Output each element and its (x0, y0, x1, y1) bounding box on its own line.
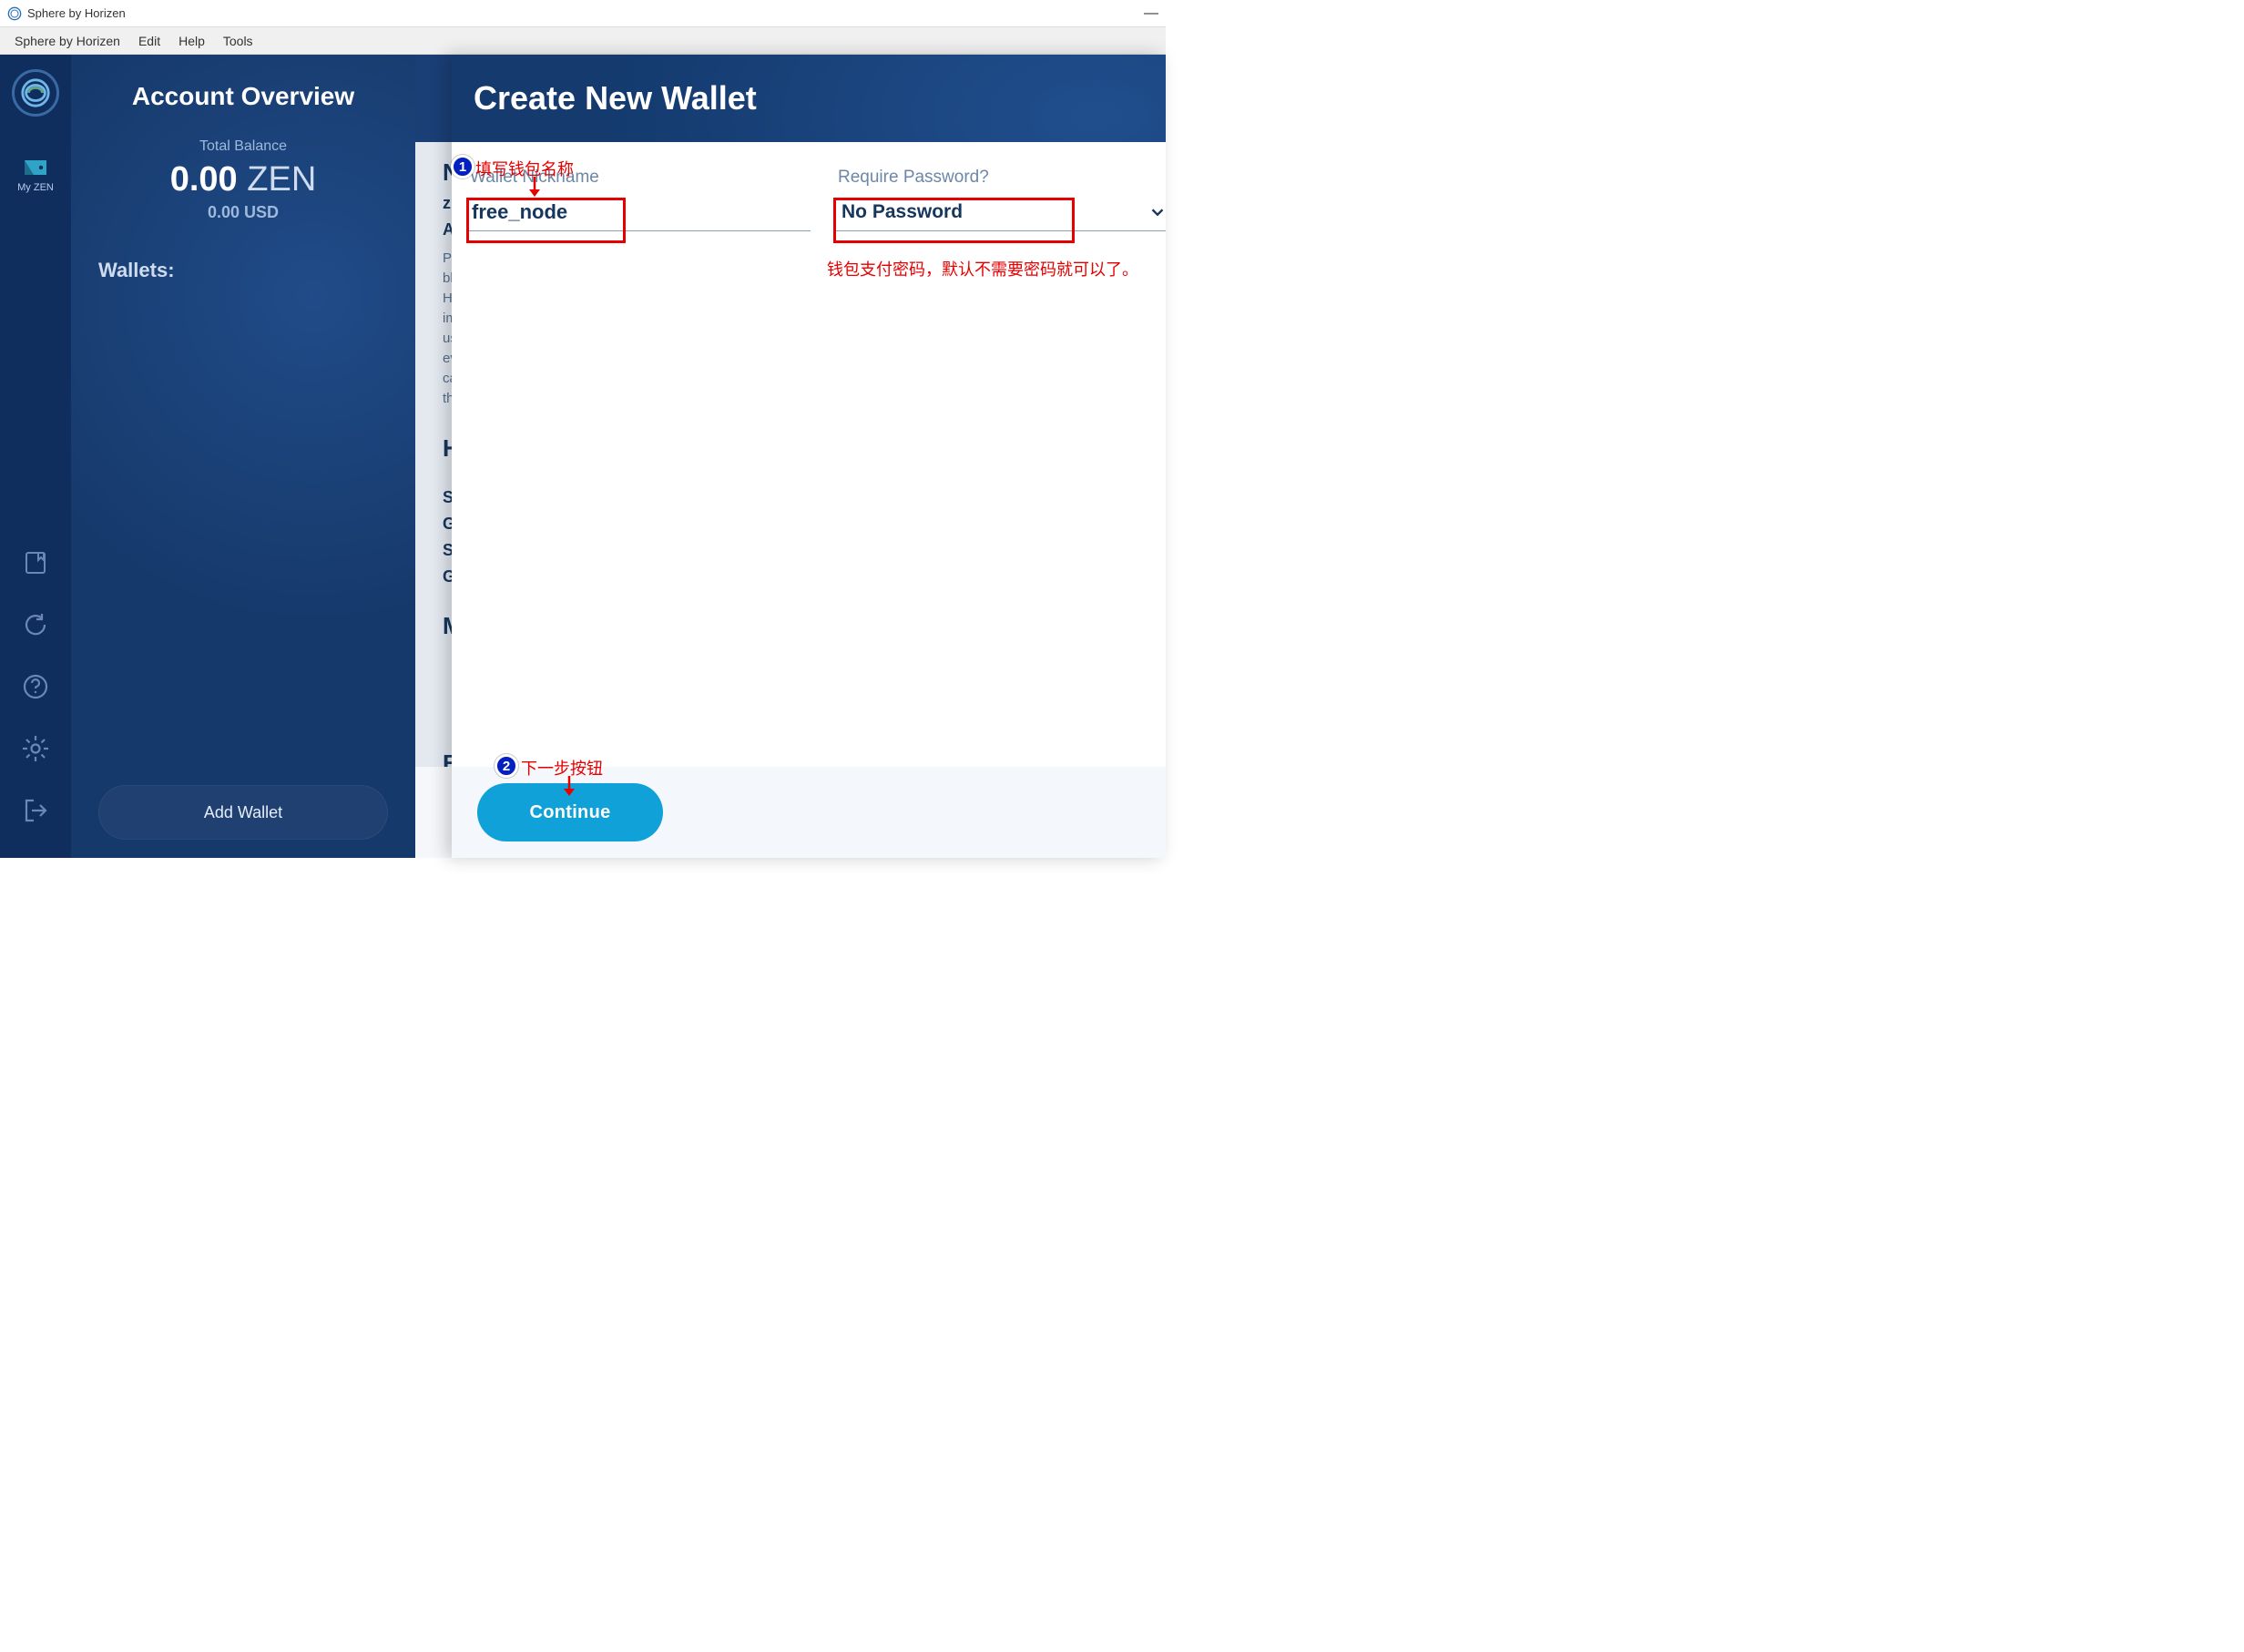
settings-icon[interactable] (21, 734, 50, 763)
balance-value: 0.00 (170, 160, 238, 199)
nickname-label: Wallet Nickname (466, 168, 820, 188)
bookmark-icon[interactable] (21, 548, 50, 577)
balance-sub-value: 0.00 (208, 203, 240, 221)
help-icon[interactable] (21, 672, 50, 701)
continue-button[interactable]: Continue (477, 783, 663, 841)
require-password-value: No Password (842, 201, 963, 223)
menu-help[interactable]: Help (169, 30, 214, 52)
menu-edit[interactable]: Edit (129, 30, 169, 52)
modal-header: Create New Wallet (452, 55, 1166, 142)
logout-icon[interactable] (21, 796, 50, 825)
require-password-select[interactable]: No Password (834, 193, 1166, 231)
horizen-logo-icon (20, 77, 51, 108)
menu-tools[interactable]: Tools (214, 30, 262, 52)
app-icon (7, 6, 22, 21)
menubar: Sphere by Horizen Edit Help Tools (0, 27, 1166, 55)
nav-rail: My ZEN (0, 55, 71, 858)
wallet-icon (21, 153, 50, 182)
window-titlebar: Sphere by Horizen — (0, 0, 1166, 27)
balance-sub-currency: USD (244, 203, 279, 221)
chevron-down-icon (1148, 202, 1168, 222)
modal-title: Create New Wallet (474, 79, 757, 117)
modal-footer: Continue (452, 767, 1166, 858)
balance-main: 0.00 ZEN (98, 160, 388, 199)
sidebar-overview: Account Overview Total Balance 0.00 ZEN … (71, 55, 415, 858)
sidebar-heading: Account Overview (98, 82, 388, 111)
add-wallet-button[interactable]: Add Wallet (98, 785, 388, 840)
wallets-label: Wallets: (98, 259, 388, 282)
nav-my-zen[interactable]: My ZEN (17, 153, 54, 193)
create-wallet-modal: Create New Wallet Wallet Nickname Requir… (452, 55, 1166, 858)
window-minimize-button[interactable]: — (1144, 5, 1158, 22)
balance-currency: ZEN (247, 160, 316, 199)
app-logo[interactable] (12, 69, 59, 117)
menu-app[interactable]: Sphere by Horizen (5, 30, 129, 52)
balance-label: Total Balance (98, 138, 388, 155)
password-label: Require Password? (834, 168, 1166, 188)
nav-my-zen-label: My ZEN (17, 182, 54, 193)
balance-sub: 0.00 USD (98, 203, 388, 222)
window-title: Sphere by Horizen (27, 6, 126, 20)
sync-icon[interactable] (21, 610, 50, 639)
wallet-nickname-input[interactable] (466, 193, 811, 231)
